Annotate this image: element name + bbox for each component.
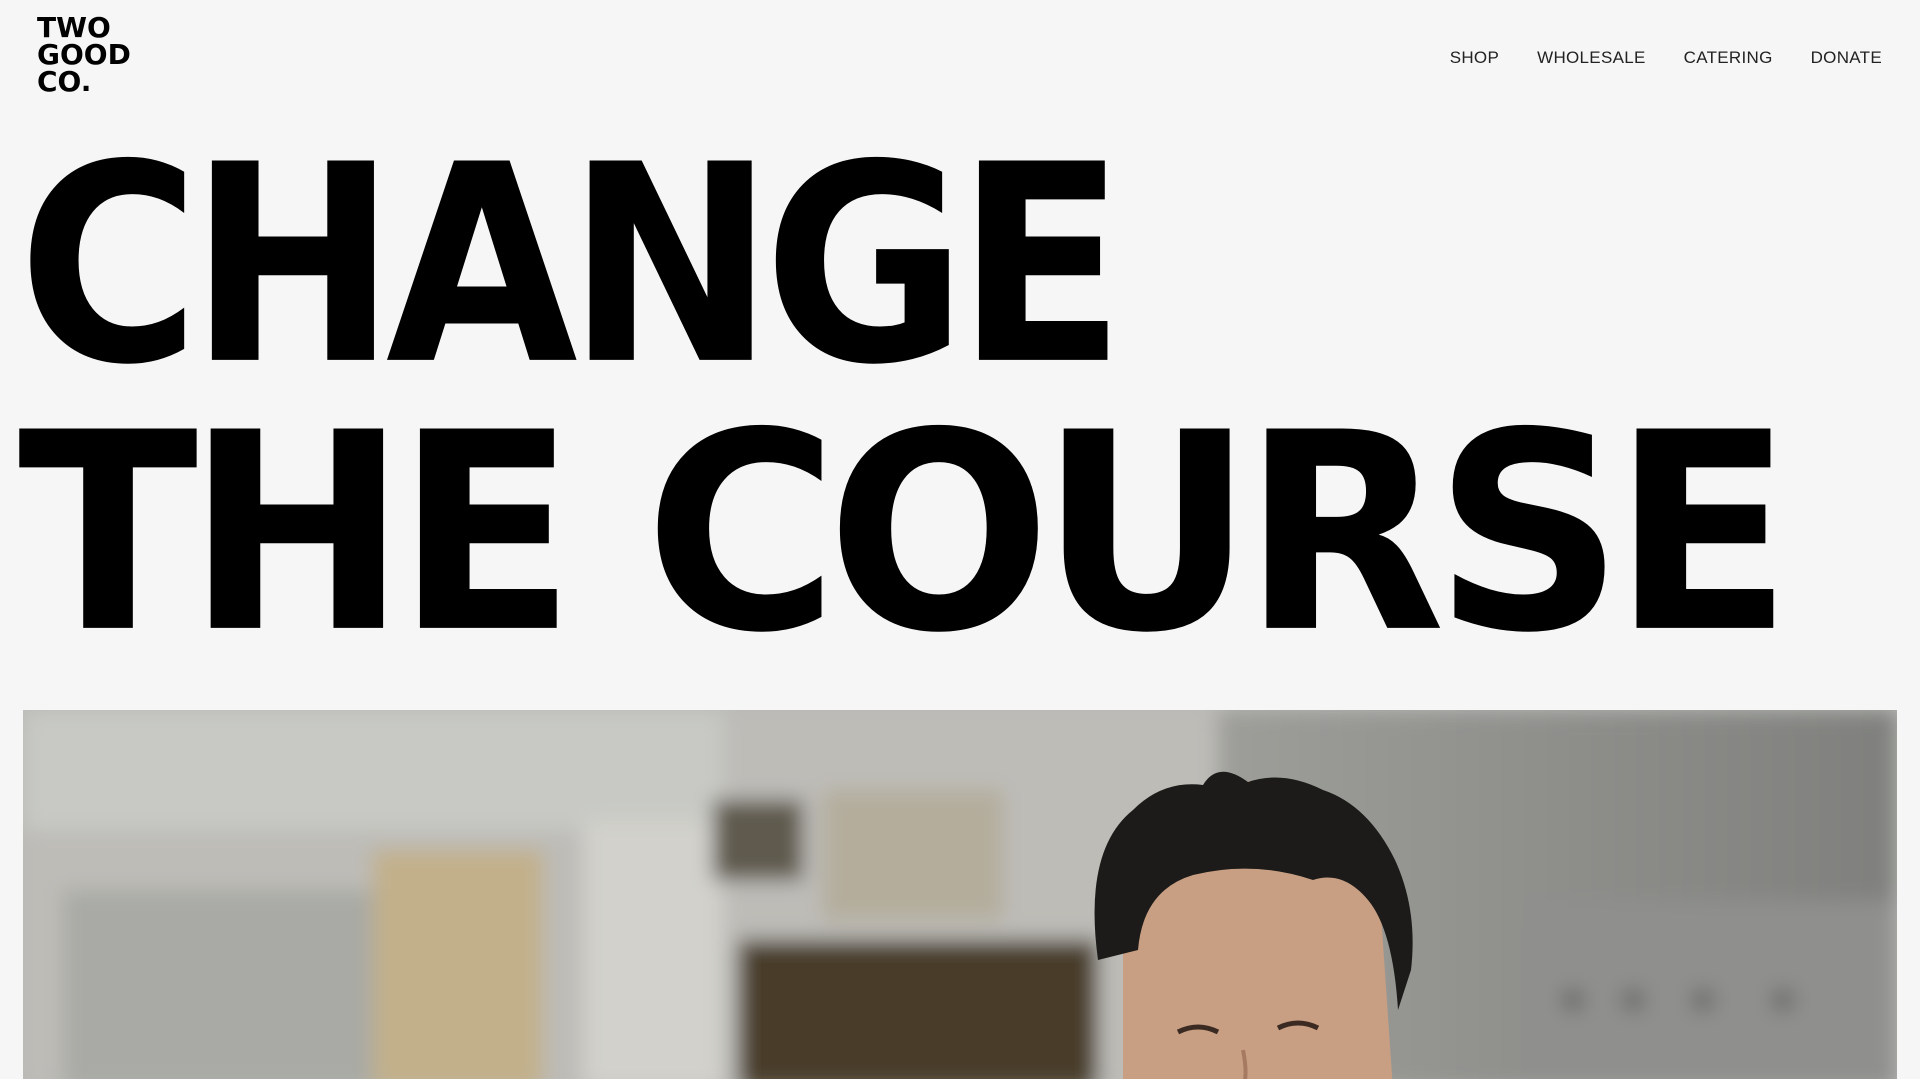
logo-line-3: CO. xyxy=(37,65,92,98)
logo-line-1: TWO xyxy=(37,11,111,44)
page: TWO GOOD CO. SHOP WHOLESALE CATERING DON… xyxy=(0,0,1920,1079)
nav-item-shop[interactable]: SHOP xyxy=(1450,48,1499,68)
hero-video[interactable] xyxy=(23,710,1897,1079)
hero-title-line-2: THE COURSE xyxy=(18,374,1793,693)
hero-video-frame xyxy=(23,710,1897,1079)
logo[interactable]: TWO GOOD CO. xyxy=(37,11,131,98)
main-nav: SHOP WHOLESALE CATERING DONATE xyxy=(1450,48,1882,68)
hero-title-line-1: CHANGE xyxy=(18,106,1126,425)
hero-title: CHANGE THE COURSE xyxy=(18,106,1920,693)
nav-item-donate[interactable]: DONATE xyxy=(1811,48,1882,68)
nav-item-catering[interactable]: CATERING xyxy=(1684,48,1773,68)
nav-item-wholesale[interactable]: WHOLESALE xyxy=(1537,48,1646,68)
logo-line-2: GOOD xyxy=(37,38,131,71)
